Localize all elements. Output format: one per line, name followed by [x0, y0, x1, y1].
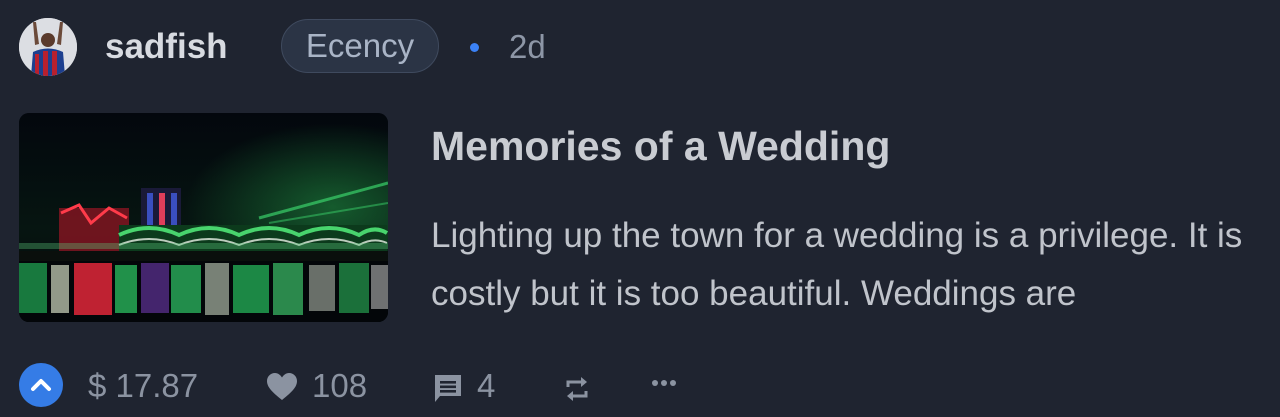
chevron-up-icon [31, 379, 51, 391]
post-age[interactable]: 2d [509, 27, 546, 67]
post-title[interactable]: Memories of a Wedding [431, 122, 890, 170]
separator-dot [470, 43, 479, 52]
post-card: sadfish Ecency 2d Memories of a Wedding … [0, 0, 1280, 417]
community-badge[interactable]: Ecency [281, 19, 439, 73]
post-thumbnail[interactable] [19, 113, 388, 322]
avatar-photo-icon [19, 18, 77, 76]
author-username[interactable]: sadfish [105, 26, 228, 68]
reblog-icon[interactable] [563, 373, 591, 405]
comments-count[interactable]: 4 [477, 366, 495, 406]
heart-icon[interactable] [266, 372, 298, 402]
more-icon[interactable] [651, 377, 677, 389]
comment-icon[interactable] [432, 373, 464, 405]
upvote-button[interactable] [19, 363, 63, 407]
payout-value[interactable]: $ 17.87 [88, 366, 198, 406]
wedding-lights-photo-icon [19, 113, 388, 322]
post-summary[interactable]: Lighting up the town for a wedding is a … [431, 207, 1277, 323]
votes-count[interactable]: 108 [312, 366, 367, 406]
avatar[interactable] [19, 18, 77, 76]
